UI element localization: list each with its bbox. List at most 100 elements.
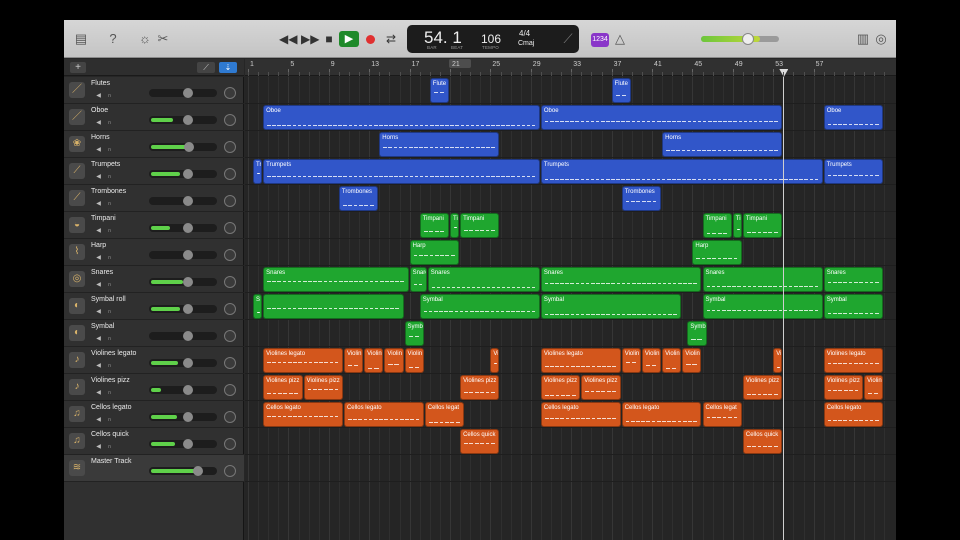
pan-knob[interactable] — [224, 195, 236, 207]
editors-icon[interactable]: ✂ — [154, 30, 172, 48]
track-volume-slider[interactable] — [149, 467, 217, 475]
midi-region[interactable]: Violin — [404, 348, 424, 373]
track-header[interactable]: ♫ Cellos quick ◀ ∩ — [64, 428, 244, 455]
midi-region[interactable]: Violines legato — [823, 348, 884, 373]
cycle-button[interactable]: ⇄ — [382, 30, 400, 48]
midi-region[interactable]: Trumpets — [823, 159, 884, 184]
midi-region[interactable]: Violines pizz — [823, 375, 864, 400]
midi-region[interactable]: Ti — [732, 213, 742, 238]
midi-region[interactable]: Ti — [450, 213, 460, 238]
track-header[interactable]: ♫ Cellos legato ◀ ∩ — [64, 401, 244, 428]
midi-region[interactable]: Snares — [823, 267, 884, 292]
pan-knob[interactable] — [224, 438, 236, 450]
track-header[interactable]: ◐ Symbal ◀ ∩ — [64, 320, 244, 347]
pan-knob[interactable] — [224, 249, 236, 261]
pan-knob[interactable] — [224, 141, 236, 153]
midi-region[interactable]: S — [253, 294, 263, 319]
headphones-icon[interactable]: ∩ — [105, 308, 114, 316]
midi-region[interactable]: Timpani — [742, 213, 783, 238]
track-header[interactable]: ⌇ Harp ◀ ∩ — [64, 239, 244, 266]
pan-knob[interactable] — [224, 276, 236, 288]
track-lane[interactable] — [245, 77, 896, 104]
midi-region[interactable]: Violin — [864, 375, 884, 400]
pan-knob[interactable] — [224, 87, 236, 99]
track-header[interactable]: ◐ Symbal roll ◀ ∩ — [64, 293, 244, 320]
track-lane[interactable] — [245, 455, 896, 482]
midi-region[interactable]: Violin — [343, 348, 364, 373]
midi-region[interactable]: Oboe — [823, 105, 884, 130]
track-volume-knob[interactable] — [182, 169, 193, 179]
notepad-icon[interactable]: ▥ — [854, 30, 872, 48]
headphones-icon[interactable]: ∩ — [105, 92, 114, 100]
midi-region[interactable]: Snares — [427, 267, 540, 292]
midi-region[interactable]: Symb — [687, 321, 707, 346]
midi-region[interactable]: Violines pizz — [460, 375, 500, 400]
midi-region[interactable]: Violin — [682, 348, 702, 373]
midi-region[interactable]: Timpani — [419, 213, 449, 238]
midi-region[interactable]: Violin — [364, 348, 384, 373]
mute-icon[interactable]: ◀ — [94, 119, 103, 127]
track-volume-knob[interactable] — [182, 331, 193, 341]
midi-region[interactable]: Trumpets — [540, 159, 823, 184]
track-header[interactable]: ◒ Timpani ◀ ∩ — [64, 212, 244, 239]
pan-knob[interactable] — [224, 303, 236, 315]
ruler[interactable]: 1 5 9 13 17 21 25 29 33 37 41 45 49 53 57 — [245, 59, 896, 77]
headphones-icon[interactable]: ∩ — [105, 200, 114, 208]
stop-button[interactable]: ■ — [320, 30, 338, 48]
midi-region[interactable]: Violin — [621, 348, 641, 373]
midi-region[interactable]: Cellos quick — [460, 429, 500, 454]
tuner-icon[interactable]: ⟋ — [559, 30, 577, 48]
midi-region[interactable]: Cellos legato — [823, 402, 884, 427]
midi-region[interactable]: Flute — [429, 78, 449, 103]
midi-region[interactable]: Violines pizz — [742, 375, 783, 400]
midi-region[interactable]: Violines legato — [540, 348, 621, 373]
headphones-icon[interactable]: ∩ — [105, 389, 114, 397]
midi-region[interactable]: Symbal — [540, 294, 682, 319]
headphones-icon[interactable]: ∩ — [105, 416, 114, 424]
headphones-icon[interactable]: ∩ — [105, 281, 114, 289]
mute-icon[interactable]: ◀ — [94, 308, 103, 316]
mute-icon[interactable]: ◀ — [94, 416, 103, 424]
master-volume-slider[interactable] — [701, 33, 779, 45]
headphones-icon[interactable]: ∩ — [105, 254, 114, 262]
track-volume-knob[interactable] — [182, 412, 193, 422]
track-header[interactable]: ⟋ Trumpets ◀ ∩ — [64, 158, 244, 185]
track-volume-knob[interactable] — [182, 88, 193, 98]
midi-region[interactable]: Timpani — [702, 213, 732, 238]
playhead[interactable] — [783, 77, 785, 540]
pan-knob[interactable] — [224, 411, 236, 423]
track-volume-knob[interactable] — [182, 358, 193, 368]
track-volume-knob[interactable] — [182, 196, 193, 206]
midi-region[interactable]: Oboe — [540, 105, 783, 130]
headphones-icon[interactable]: ∩ — [105, 443, 114, 451]
track-header[interactable]: ♪ Violines legato ◀ ∩ — [64, 347, 244, 374]
headphones-icon[interactable]: ∩ — [105, 227, 114, 235]
midi-region[interactable]: Cellos legat — [702, 402, 742, 427]
smart-controls-icon[interactable]: ☼ — [136, 30, 154, 48]
headphones-icon[interactable]: ∩ — [105, 362, 114, 370]
headphones-icon[interactable]: ∩ — [105, 335, 114, 343]
pan-knob[interactable] — [224, 330, 236, 342]
help-icon[interactable]: ? — [104, 30, 122, 48]
track-header[interactable]: ◎ Snares ◀ ∩ — [64, 266, 244, 293]
metronome-icon[interactable]: △ — [611, 30, 629, 48]
midi-region[interactable]: Snares — [540, 267, 702, 292]
midi-region[interactable]: Horns — [662, 132, 783, 157]
catch-button[interactable]: ⇣ — [219, 62, 237, 73]
mute-icon[interactable]: ◀ — [94, 173, 103, 181]
midi-region[interactable]: Violines pizz — [581, 375, 621, 400]
midi-region[interactable]: Timpani — [460, 213, 500, 238]
pan-knob[interactable] — [224, 114, 236, 126]
midi-region[interactable]: Trombones — [338, 186, 379, 211]
pan-knob[interactable] — [224, 384, 236, 396]
midi-region[interactable]: Cellos legato — [540, 402, 621, 427]
midi-region[interactable]: Symbal — [823, 294, 884, 319]
mute-icon[interactable]: ◀ — [94, 92, 103, 100]
mute-icon[interactable]: ◀ — [94, 146, 103, 154]
track-lane[interactable] — [245, 320, 896, 347]
midi-region[interactable]: Tr — [253, 159, 263, 184]
mute-icon[interactable]: ◀ — [94, 200, 103, 208]
track-lane[interactable] — [245, 239, 896, 266]
midi-region[interactable]: Trombones — [621, 186, 662, 211]
mute-icon[interactable]: ◀ — [94, 389, 103, 397]
